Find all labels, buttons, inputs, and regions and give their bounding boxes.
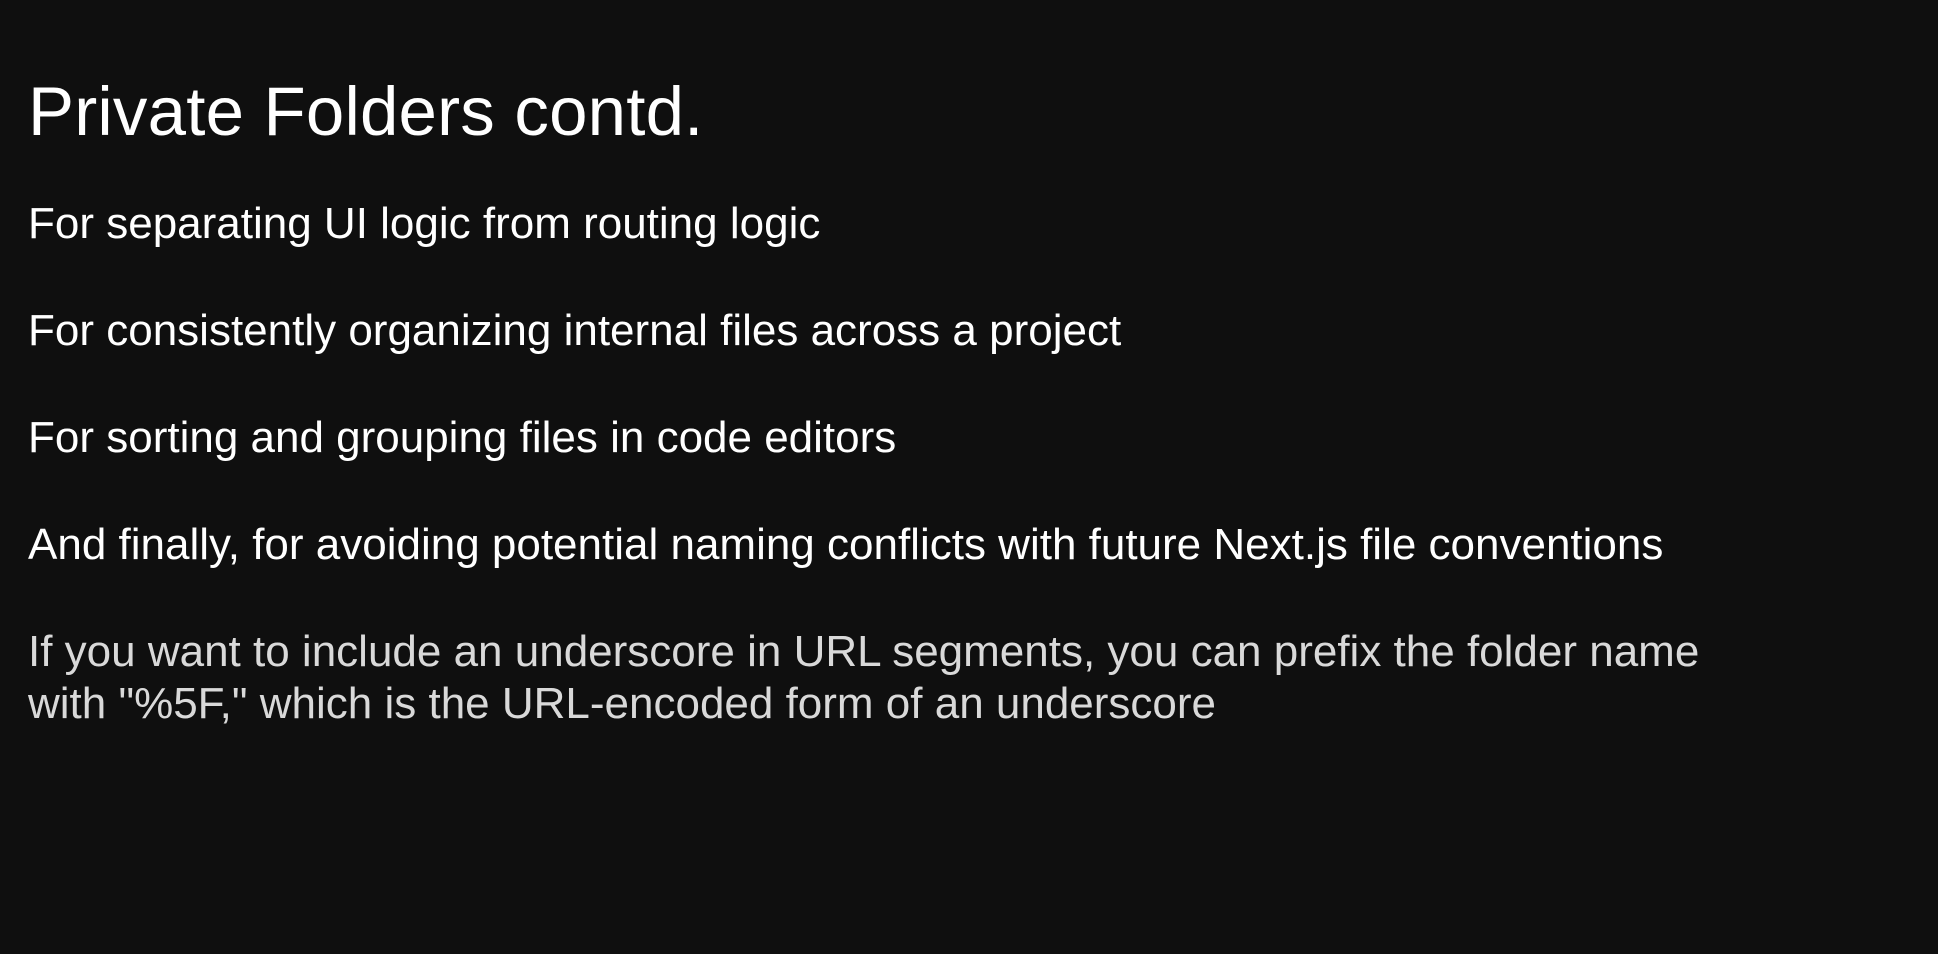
point-separating-ui-logic: For separating UI logic from routing log… — [28, 199, 821, 248]
slide: Private Folders contd. For separating UI… — [0, 0, 1938, 954]
slide-title: Private Folders contd. — [28, 73, 704, 150]
point-organizing-internal-files: For consistently organizing internal fil… — [28, 306, 1122, 355]
point-sorting-grouping-files: For sorting and grouping files in code e… — [28, 413, 897, 462]
point-avoiding-naming-conflicts: And finally, for avoiding potential nami… — [28, 520, 1664, 569]
point-url-encoded-underscore: If you want to include an underscore in … — [28, 627, 1700, 728]
bullet-list: For separating UI logic from routing log… — [28, 198, 1910, 730]
